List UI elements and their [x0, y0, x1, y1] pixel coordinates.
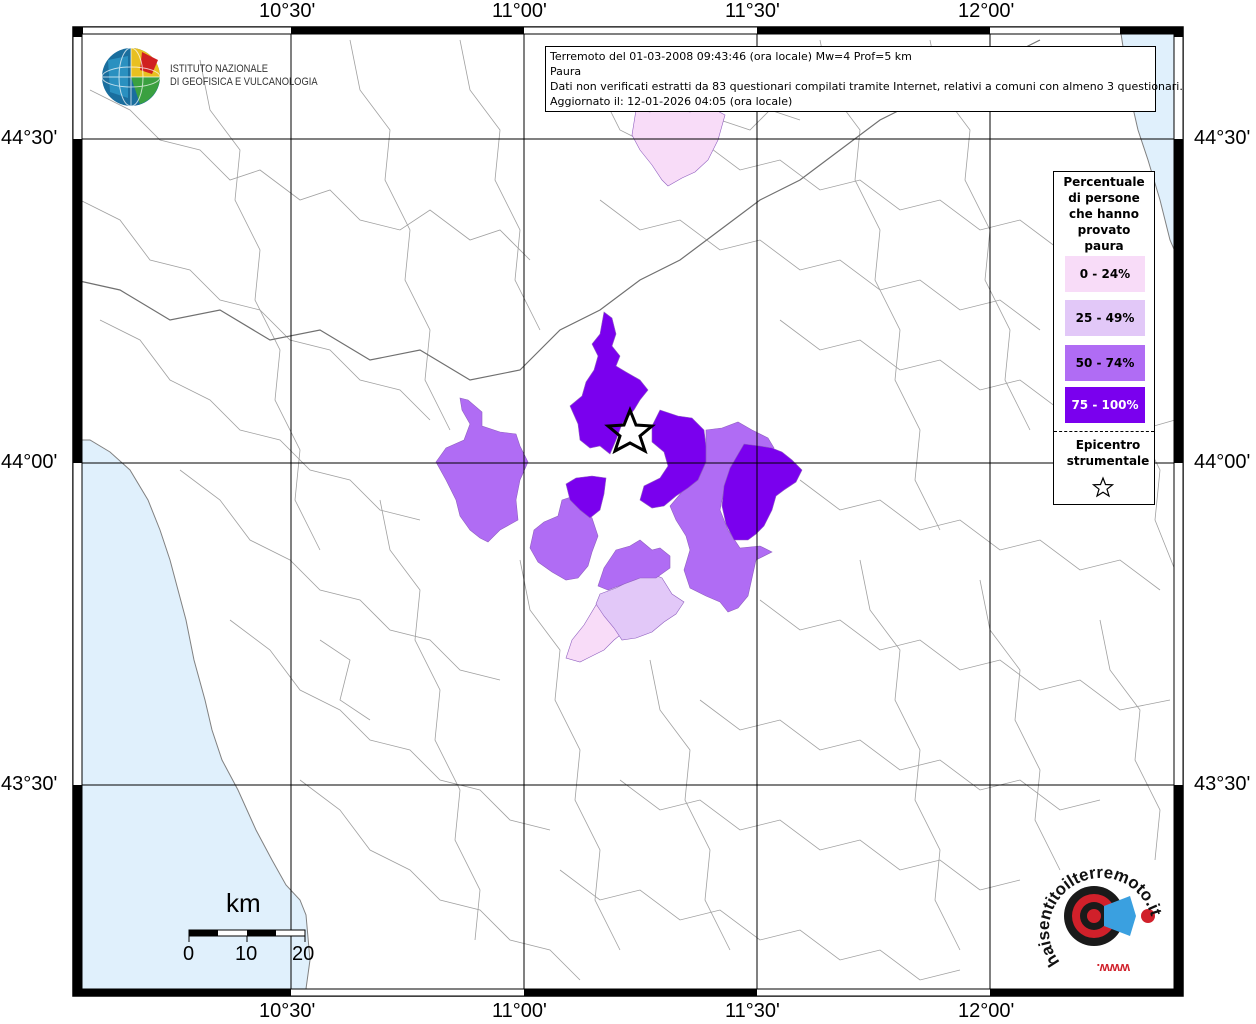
lat-tick-left-1: 44°30': [1, 127, 58, 149]
legend-swatch-25-49: 25 - 49%: [1065, 300, 1145, 336]
legend-label-75-100: 75 - 100%: [1071, 398, 1139, 412]
lat-tick-right-3: 43°30': [1194, 773, 1251, 795]
info-updated-line: Aggiornato il: 12-01-2026 04:05 (ora loc…: [550, 95, 793, 108]
legend-title: Percentuale di persone che hanno provato…: [1063, 175, 1145, 253]
info-event-line: Terremoto del 01-03-2008 09:43:46 (ora l…: [550, 50, 912, 63]
earthquake-info-box: Terremoto del 01-03-2008 09:43:46 (ora l…: [545, 46, 1183, 112]
ingv-globe-icon: [101, 47, 161, 107]
legend-swatch-50-74: 50 - 74%: [1065, 345, 1145, 381]
scale-label-20: 20: [292, 943, 315, 965]
legend-panel: Percentuale di persone che hanno provato…: [1053, 171, 1155, 505]
badge-prefix: www.: [1097, 961, 1131, 976]
legend-swatch-0-24: 0 - 24%: [1065, 256, 1145, 292]
lon-tick-bottom-1: 10°30': [259, 1000, 316, 1022]
legend-label-0-24: 0 - 24%: [1079, 267, 1131, 281]
lon-tick-bottom-3: 11°30': [725, 1000, 780, 1022]
info-data-line: Dati non verificati estratti da 83 quest…: [550, 80, 1183, 93]
legend-swatch-75-100: 75 - 100%: [1065, 387, 1145, 423]
badge-label: haisentitoilterremoto.it: [1034, 863, 1166, 970]
legend-star-icon: [1092, 476, 1114, 498]
scale-label-0: 0: [183, 943, 195, 965]
lon-tick-top-3: 11°30': [725, 0, 780, 22]
legend-label-50-74: 50 - 74%: [1075, 356, 1135, 370]
legend-label-25-49: 25 - 49%: [1075, 311, 1135, 325]
logo-line-1: ISTITUTO NAZIONALE: [170, 63, 269, 75]
lat-tick-right-2: 44°00': [1194, 451, 1251, 473]
lon-tick-top-4: 12°00': [958, 0, 1015, 22]
logo-line-2: DI GEOFISICA E VULCANOLOGIA: [170, 76, 318, 88]
lon-tick-bottom-4: 12°00': [958, 1000, 1015, 1022]
lat-tick-right-1: 44°30': [1194, 127, 1251, 149]
badge-text: haisentitoilterremoto.it www.: [1034, 863, 1166, 976]
scale-label-10: 10: [235, 943, 258, 965]
lat-tick-left-3: 43°30': [1, 773, 58, 795]
lon-tick-bottom-2: 11°00': [492, 1000, 547, 1022]
legend-divider: [1054, 431, 1154, 432]
lon-tick-top-2: 11°00': [492, 0, 547, 22]
svg-text:haisentitoilterremoto.it: haisentitoilterremoto.it: [1034, 863, 1166, 970]
ingv-logo-text: ISTITUTO NAZIONALE DI GEOFISICA E VULCAN…: [170, 63, 318, 89]
scale-unit: km: [226, 888, 261, 918]
info-parameter-line: Paura: [550, 65, 582, 78]
lon-tick-top-1: 10°30': [259, 0, 316, 22]
legend-epicenter-label: Epicentro strumentale: [1066, 438, 1150, 468]
lat-tick-left-2: 44°00': [1, 451, 58, 473]
